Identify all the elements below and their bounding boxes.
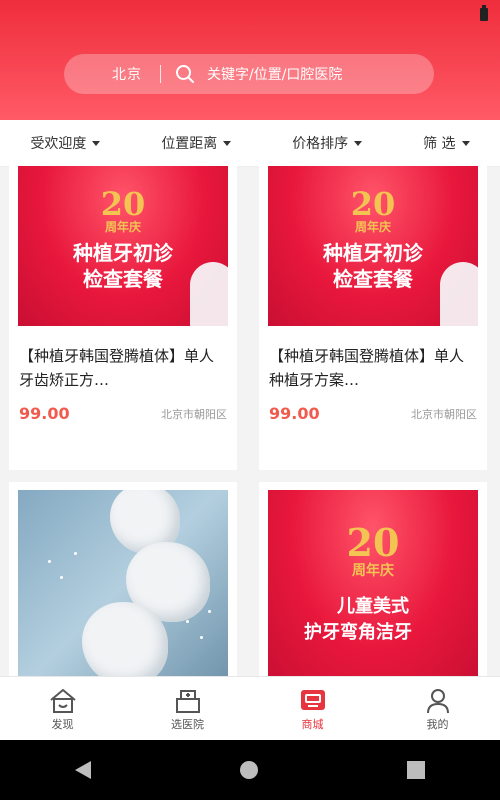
mall-icon: [298, 686, 328, 716]
water-splash: [186, 620, 189, 623]
caret-down-icon: [354, 140, 363, 146]
nav-discover[interactable]: 发现: [0, 677, 125, 741]
home-button-icon[interactable]: [239, 761, 258, 779]
product-price: 99.00: [269, 404, 320, 423]
product-meta: 99.00 北京市朝阳区: [19, 404, 227, 423]
filter-label: 受欢迎度: [30, 136, 87, 152]
caret-down-icon: [223, 140, 232, 146]
city-selector[interactable]: 北京: [112, 64, 142, 84]
anniversary-badge: 20 周年庆: [350, 185, 396, 234]
nav-label: 我的: [426, 718, 449, 731]
product-price: 99.00: [19, 404, 70, 423]
promo-line-1: 种植牙初诊: [323, 241, 423, 265]
battery-icon: [480, 5, 488, 21]
product-image: [18, 490, 228, 676]
app-header: 北京 关键字/位置/口腔医院: [0, 0, 500, 120]
promo-line-1: 种植牙初诊: [73, 241, 173, 265]
nav-mine[interactable]: 我的: [375, 677, 500, 741]
water-splash: [60, 576, 63, 579]
nav-label: 选医院: [171, 718, 204, 731]
product-image: 20 周年庆 种植牙初诊 检查套餐: [18, 166, 228, 326]
water-splash: [74, 552, 77, 555]
water-splash: [48, 560, 51, 563]
filter-label: 价格排序: [292, 136, 349, 152]
home-icon: [48, 686, 78, 716]
filter-label: 位置距离: [161, 136, 218, 152]
nav-hospital[interactable]: 选医院: [125, 677, 250, 741]
nav-mall[interactable]: 商城: [250, 677, 375, 741]
filter-popularity[interactable]: 受欢迎度: [30, 133, 101, 153]
product-card[interactable]: 20 周年庆 种植牙初诊 检查套餐 【种植牙韩国登腾植体】单人牙齿矫正方… 99…: [9, 166, 237, 470]
doctor-figure: [440, 262, 478, 326]
product-meta: 99.00 北京市朝阳区: [269, 404, 477, 423]
product-card[interactable]: 20 周年庆 种植牙初诊 检查套餐 【种植牙韩国登腾植体】单人种植牙方案… 99…: [259, 166, 487, 470]
nav-label: 商城: [301, 718, 324, 731]
search-bar[interactable]: 北京 关键字/位置/口腔医院: [64, 54, 434, 94]
search-divider: [160, 65, 161, 83]
product-card[interactable]: [9, 482, 237, 676]
filter-distance[interactable]: 位置距离: [161, 133, 232, 153]
product-title[interactable]: 【种植牙韩国登腾植体】单人种植牙方案…: [269, 344, 477, 392]
product-grid: 20 周年庆 种植牙初诊 检查套餐 【种植牙韩国登腾植体】单人牙齿矫正方… 99…: [0, 166, 500, 676]
filter-price[interactable]: 价格排序: [292, 133, 363, 153]
filter-label: 筛 选: [423, 136, 456, 152]
nav-label: 发现: [51, 718, 74, 731]
filter-more[interactable]: 筛 选: [423, 133, 470, 153]
bottom-nav: 发现 选医院 商城 我的: [0, 676, 500, 741]
user-icon: [423, 686, 453, 716]
recent-apps-icon[interactable]: [407, 761, 426, 779]
product-card[interactable]: 20 周年庆 儿童美式 护牙弯角洁牙: [259, 482, 487, 676]
water-splash: [208, 610, 211, 613]
doctor-figure: [190, 262, 228, 326]
anniversary-badge: 20 周年庆: [346, 520, 400, 580]
system-nav-bar: [0, 740, 500, 800]
promo-line-1: 儿童美式: [337, 596, 409, 617]
product-location: 北京市朝阳区: [161, 407, 227, 421]
product-title[interactable]: 【种植牙韩国登腾植体】单人牙齿矫正方…: [19, 344, 227, 392]
water-splash: [200, 636, 203, 639]
product-location: 北京市朝阳区: [411, 407, 477, 421]
product-image: 20 周年庆 种植牙初诊 检查套餐: [268, 166, 478, 326]
search-input[interactable]: 关键字/位置/口腔医院: [207, 64, 342, 84]
back-icon[interactable]: [74, 761, 91, 779]
caret-down-icon: [461, 140, 470, 146]
filter-bar: 受欢迎度 位置距离 价格排序 筛 选: [0, 120, 500, 167]
promo-line-2: 护牙弯角洁牙: [304, 622, 412, 643]
anniversary-badge: 20 周年庆: [100, 185, 146, 234]
caret-down-icon: [92, 140, 101, 146]
search-icon[interactable]: [175, 64, 195, 84]
product-image: 20 周年庆 儿童美式 护牙弯角洁牙: [268, 490, 478, 676]
hospital-icon: [173, 686, 203, 716]
